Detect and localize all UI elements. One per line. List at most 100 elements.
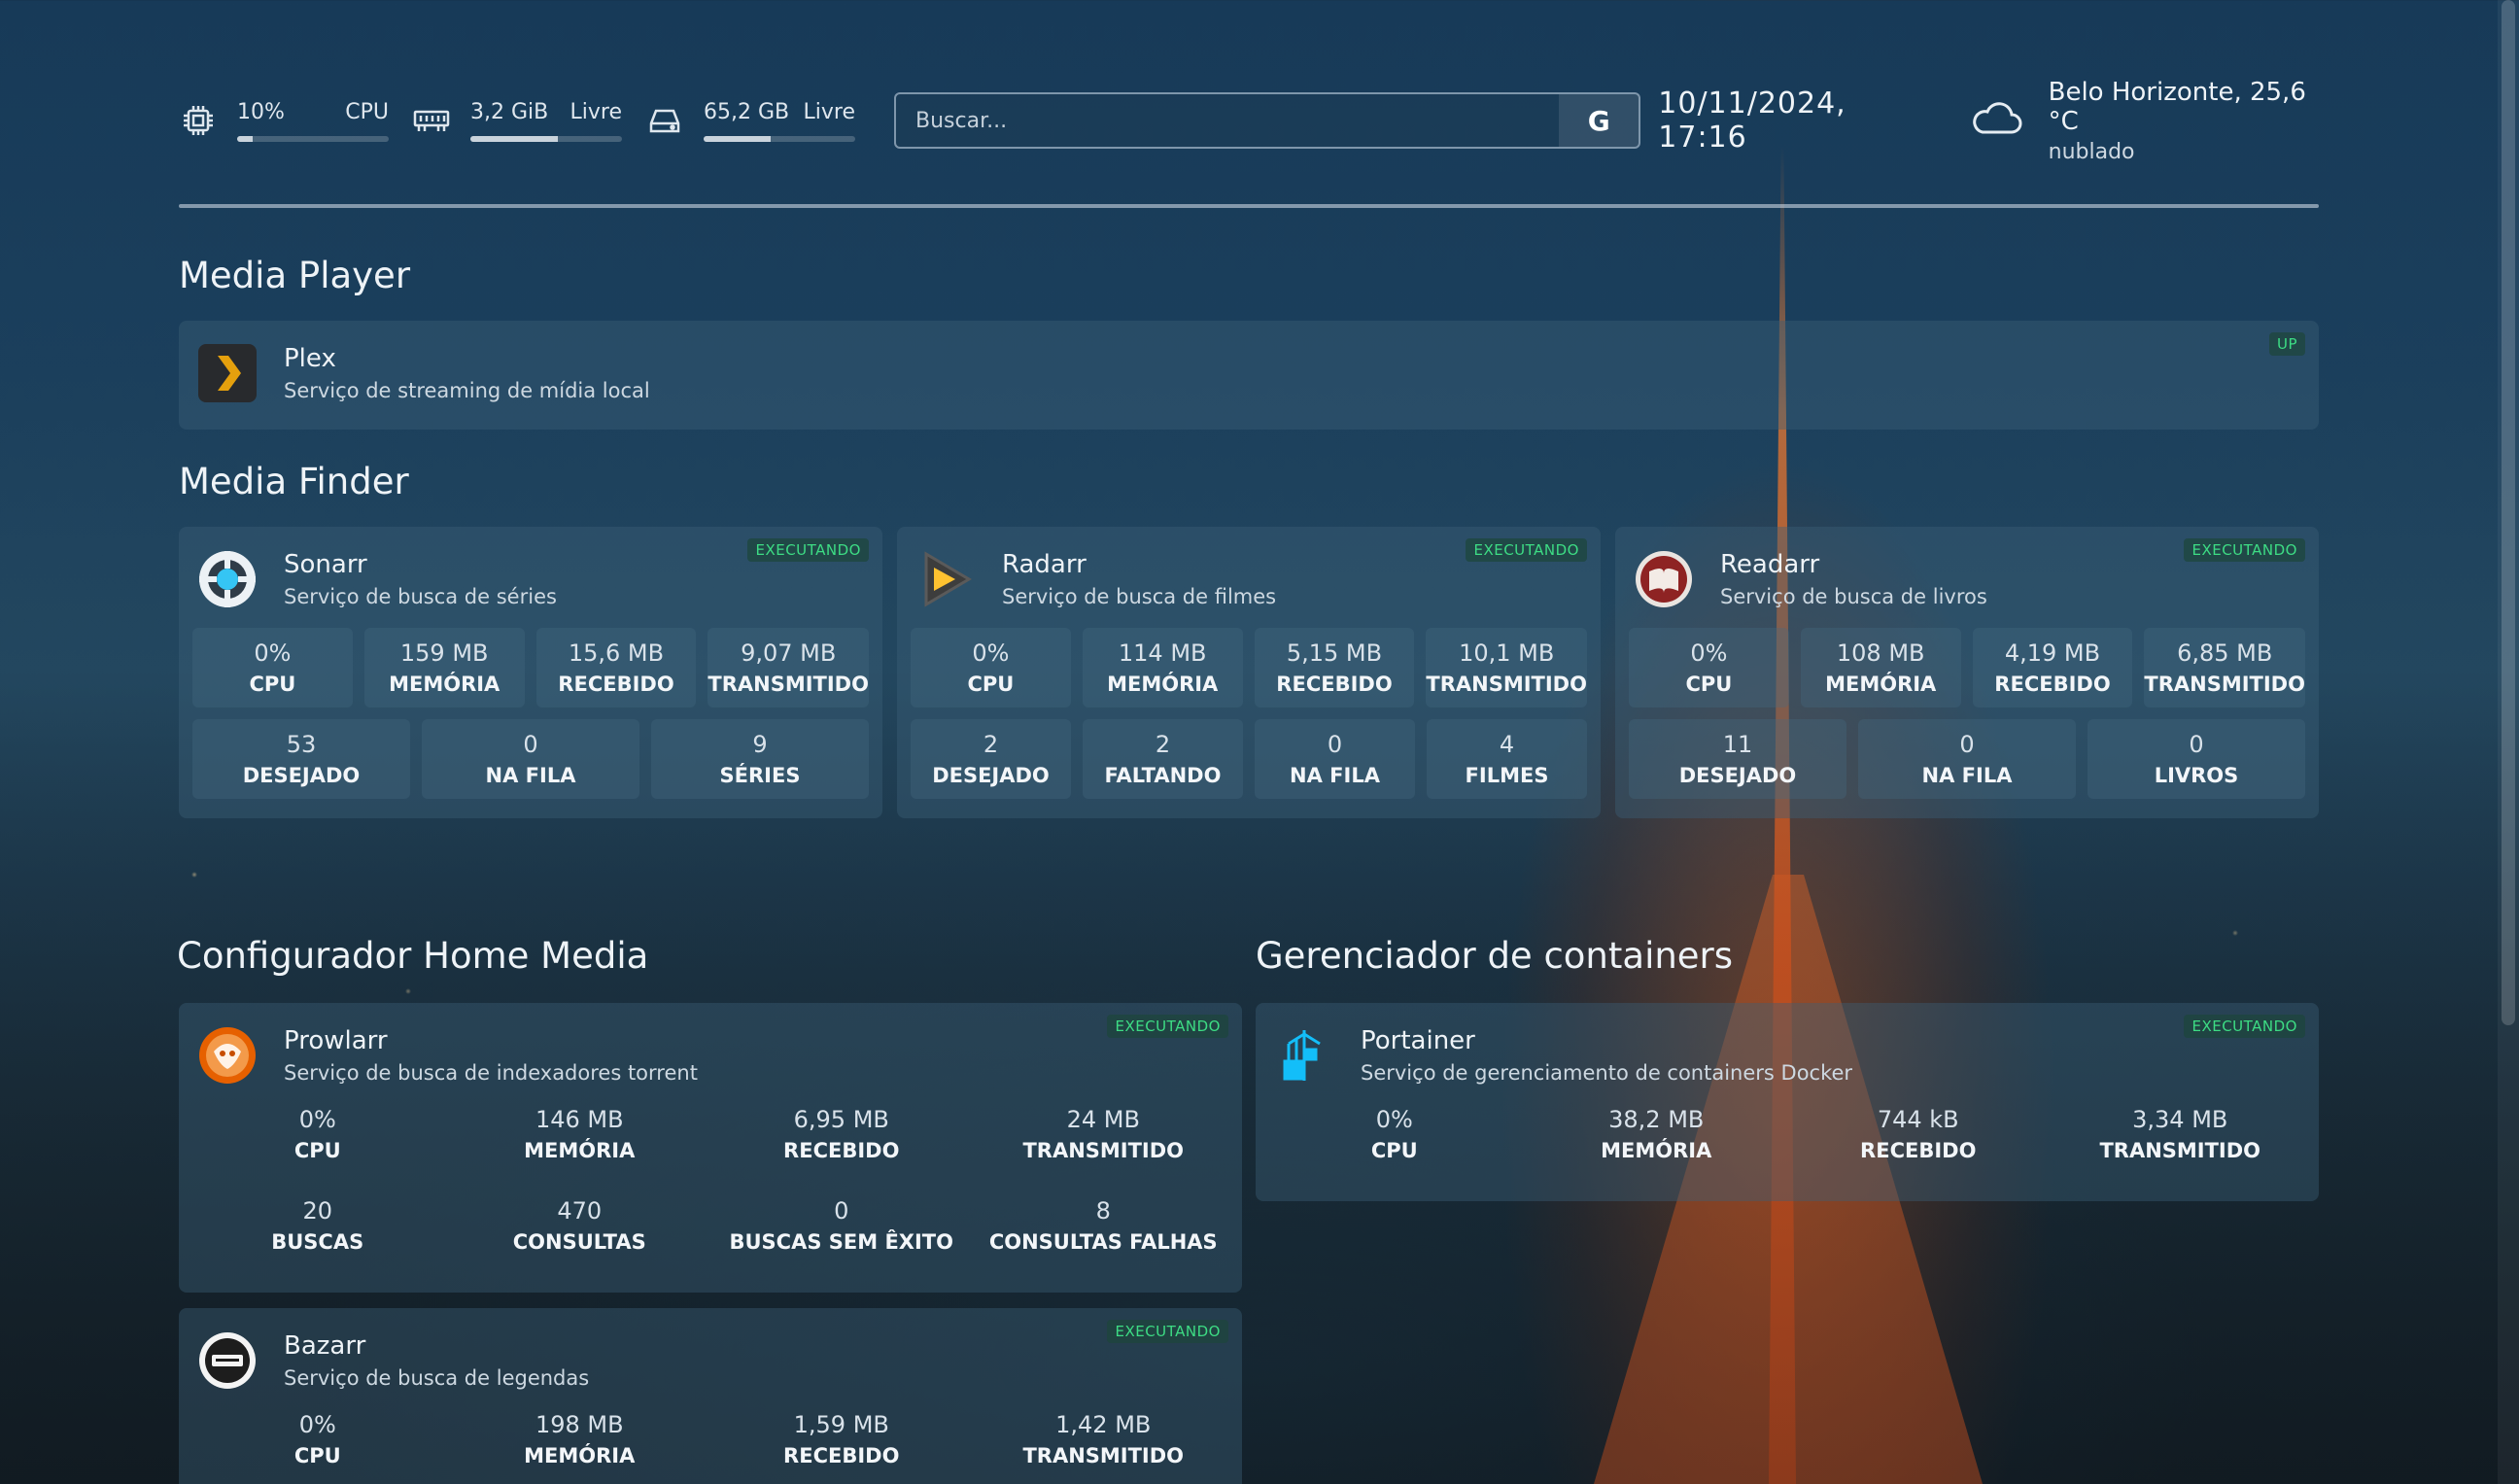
prowlarr-card[interactable]: EXECUTANDO Prowlarr Serviço de busca de … — [179, 1003, 1242, 1293]
readarr-card[interactable]: EXECUTANDO Readarr Serviço de busca de l… — [1615, 527, 2319, 818]
status-badge: EXECUTANDO — [1107, 1015, 1228, 1038]
scrollbar-thumb[interactable] — [2502, 0, 2515, 1025]
stat-transmitted: 9,07 MB TRANSMITIDO — [707, 628, 869, 707]
stat-missing: 2 FALTANDO — [1083, 719, 1243, 799]
status-badge: UP — [2268, 332, 2305, 356]
weather-location: Belo Horizonte, 25,6 °C — [2048, 77, 2306, 136]
cloud-icon — [1969, 99, 2023, 142]
stat-transmitted: 24 MB TRANSMITIDO — [1022, 1106, 1185, 1162]
stat-transmitted: 3,34 MB TRANSMITIDO — [2099, 1106, 2261, 1162]
memory-icon — [412, 101, 451, 140]
stat-received: 5,15 MB RECEBIDO — [1254, 628, 1415, 707]
status-badge: EXECUTANDO — [2184, 1015, 2305, 1038]
stat-wanted: 2 DESEJADO — [911, 719, 1071, 799]
service-description: Serviço de busca de livros — [1720, 585, 1987, 608]
sonarr-logo-icon — [198, 550, 257, 608]
service-description: Serviço de busca de filmes — [1002, 585, 1277, 608]
stat-movies: 4 FILMES — [1427, 719, 1587, 799]
stat-series: 9 SÉRIES — [651, 719, 869, 799]
stat-failed-queries: 8 CONSULTAS FALHAS — [988, 1197, 1218, 1254]
cpu-usage-bar — [237, 135, 389, 142]
service-description: Serviço de streaming de mídia local — [284, 379, 650, 402]
sonarr-card[interactable]: EXECUTANDO Sonarr Serviço de busca de sé… — [179, 527, 882, 818]
section-title-containers: Gerenciador de containers — [1256, 935, 1734, 977]
portainer-card[interactable]: EXECUTANDO Portainer Serviço de gerencia… — [1256, 1003, 2319, 1201]
stat-cpu: 0% CPU — [293, 1411, 341, 1467]
plex-logo-icon — [198, 344, 257, 402]
cpu-usage-fill — [237, 135, 253, 142]
disk-usage-bar — [704, 135, 855, 142]
bazarr-card[interactable]: EXECUTANDO Bazarr Serviço de busca de le… — [179, 1308, 1242, 1484]
service-name: Radarr — [1002, 550, 1087, 579]
datetime: 10/11/2024, 17:16 — [1658, 86, 1846, 155]
status-badge: EXECUTANDO — [2184, 538, 2305, 562]
stat-queued: 0 NA FILA — [422, 719, 639, 799]
stat-memory: 146 MB MEMÓRIA — [524, 1106, 636, 1162]
cpu-label: CPU — [345, 99, 389, 124]
memory-value: 3,2 GiB — [470, 99, 549, 124]
service-name: Portainer — [1361, 1026, 1475, 1055]
stat-transmitted: 10,1 MB TRANSMITIDO — [1426, 628, 1587, 707]
stat-received: 4,19 MB RECEBIDO — [1972, 628, 2133, 707]
service-description: Serviço de gerenciamento de containers D… — [1361, 1061, 1853, 1085]
memory-usage-fill — [470, 135, 559, 142]
stat-wanted: 11 DESEJADO — [1629, 719, 1846, 799]
disk-icon — [645, 101, 684, 140]
stat-memory: 114 MB MEMÓRIA — [1082, 628, 1243, 707]
stat-cpu: 0% CPU — [192, 628, 353, 707]
status-badge: EXECUTANDO — [747, 538, 869, 562]
stat-books: 0 LIVROS — [2088, 719, 2305, 799]
prowlarr-logo-icon — [198, 1026, 257, 1085]
section-title-config: Configurador Home Media — [177, 935, 649, 977]
disk-label: Livre — [803, 99, 856, 124]
stat-queued: 0 NA FILA — [1858, 719, 2076, 799]
stat-received: 6,95 MB RECEBIDO — [783, 1106, 900, 1162]
stat-cpu: 0% CPU — [293, 1106, 341, 1162]
service-name: Prowlarr — [284, 1026, 388, 1055]
plex-card[interactable]: UP Plex Serviço de streaming de mídia lo… — [179, 321, 2319, 430]
service-name: Sonarr — [284, 550, 367, 579]
weather-widget: Belo Horizonte, 25,6 °C nublado — [1969, 78, 2319, 164]
cpu-icon — [179, 101, 218, 140]
section-title-media-finder: Media Finder — [179, 461, 409, 502]
bazarr-logo-icon — [198, 1331, 257, 1390]
stat-cpu: 0% CPU — [1629, 628, 1789, 707]
radarr-card[interactable]: EXECUTANDO Radarr Serviço de busca de fi… — [897, 527, 1601, 818]
stat-cpu: 0% CPU — [1370, 1106, 1418, 1162]
header-bar: 10% CPU 3,2 GiB Livre 65,2 GB Livre G 10/11… — [179, 78, 2319, 164]
status-badge: EXECUTANDO — [1107, 1320, 1228, 1343]
scrollbar[interactable] — [2498, 0, 2519, 1484]
stat-queued: 0 NA FILA — [1255, 719, 1415, 799]
memory-label: Livre — [569, 99, 623, 124]
stat-failed-searches: 0 BUSCAS SEM ÊXITO — [729, 1197, 954, 1254]
stat-memory: 159 MB MEMÓRIA — [363, 628, 525, 707]
service-description: Serviço de busca de séries — [284, 585, 557, 608]
search-box: G — [894, 92, 1641, 149]
google-search-button[interactable]: G — [1559, 94, 1639, 147]
stat-searches: 20 BUSCAS — [271, 1197, 364, 1254]
stat-memory: 108 MB MEMÓRIA — [1800, 628, 1961, 707]
disk-widget: 65,2 GB Livre — [645, 100, 855, 142]
service-name: Readarr — [1720, 550, 1820, 579]
stat-wanted: 53 DESEJADO — [192, 719, 410, 799]
stat-transmitted: 1,42 MB TRANSMITIDO — [1022, 1411, 1185, 1467]
portainer-logo-icon — [1275, 1026, 1333, 1085]
stat-received: 1,59 MB RECEBIDO — [783, 1411, 900, 1467]
stat-received: 15,6 MB RECEBIDO — [535, 628, 697, 707]
memory-widget: 3,2 GiB Livre — [412, 100, 622, 142]
disk-usage-fill — [704, 135, 771, 142]
service-description: Serviço de busca de legendas — [284, 1366, 590, 1390]
stat-memory: 38,2 MB MEMÓRIA — [1601, 1106, 1712, 1162]
status-badge: EXECUTANDO — [1466, 538, 1587, 562]
service-name: Bazarr — [284, 1331, 366, 1361]
service-description: Serviço de busca de indexadores torrent — [284, 1061, 698, 1085]
cpu-widget: 10% CPU — [179, 100, 389, 142]
search-input[interactable] — [896, 94, 1560, 147]
stat-received: 744 kB RECEBIDO — [1860, 1106, 1977, 1162]
memory-usage-bar — [470, 135, 622, 142]
stat-memory: 198 MB MEMÓRIA — [524, 1411, 636, 1467]
section-title-media-player: Media Player — [179, 255, 411, 296]
header-divider — [179, 204, 2319, 208]
radarr-logo-icon — [916, 550, 975, 608]
cpu-value: 10% — [237, 99, 285, 124]
